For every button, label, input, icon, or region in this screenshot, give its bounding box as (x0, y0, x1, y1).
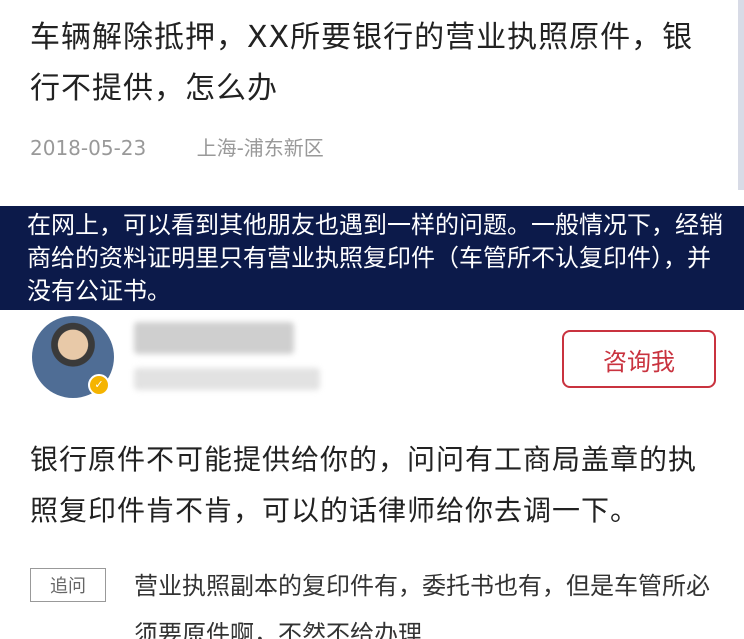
verified-badge-icon: ✓ (88, 374, 110, 396)
question-meta: 2018-05-23 上海-浦东新区 (30, 132, 324, 161)
caption-banner: 在网上，可以看到其他朋友也遇到一样的问题。一般情况下，经销商给的资料证明里只有营… (0, 206, 744, 310)
followup-tag: 追问 (30, 568, 106, 602)
question-date: 2018-05-23 (30, 136, 147, 160)
consult-button[interactable]: 咨询我 (562, 330, 716, 388)
lawyer-name-blurred (134, 322, 294, 354)
followup-text: 营业执照副本的复印件有，委托书也有，但是车管所必须要原件啊，不然不给办理 (134, 572, 710, 639)
scroll-edge (738, 0, 744, 190)
question-location: 上海-浦东新区 (196, 136, 324, 160)
lawyer-subtitle-blurred (134, 368, 320, 390)
answer-text: 银行原件不可能提供给你的，问问有工商局盖章的执照复印件肯不肯，可以的话律师给你去… (30, 443, 698, 527)
question-title: 车辆解除抵押，XX所要银行的营业执照原件，银行不提供，怎么办 (30, 20, 694, 106)
